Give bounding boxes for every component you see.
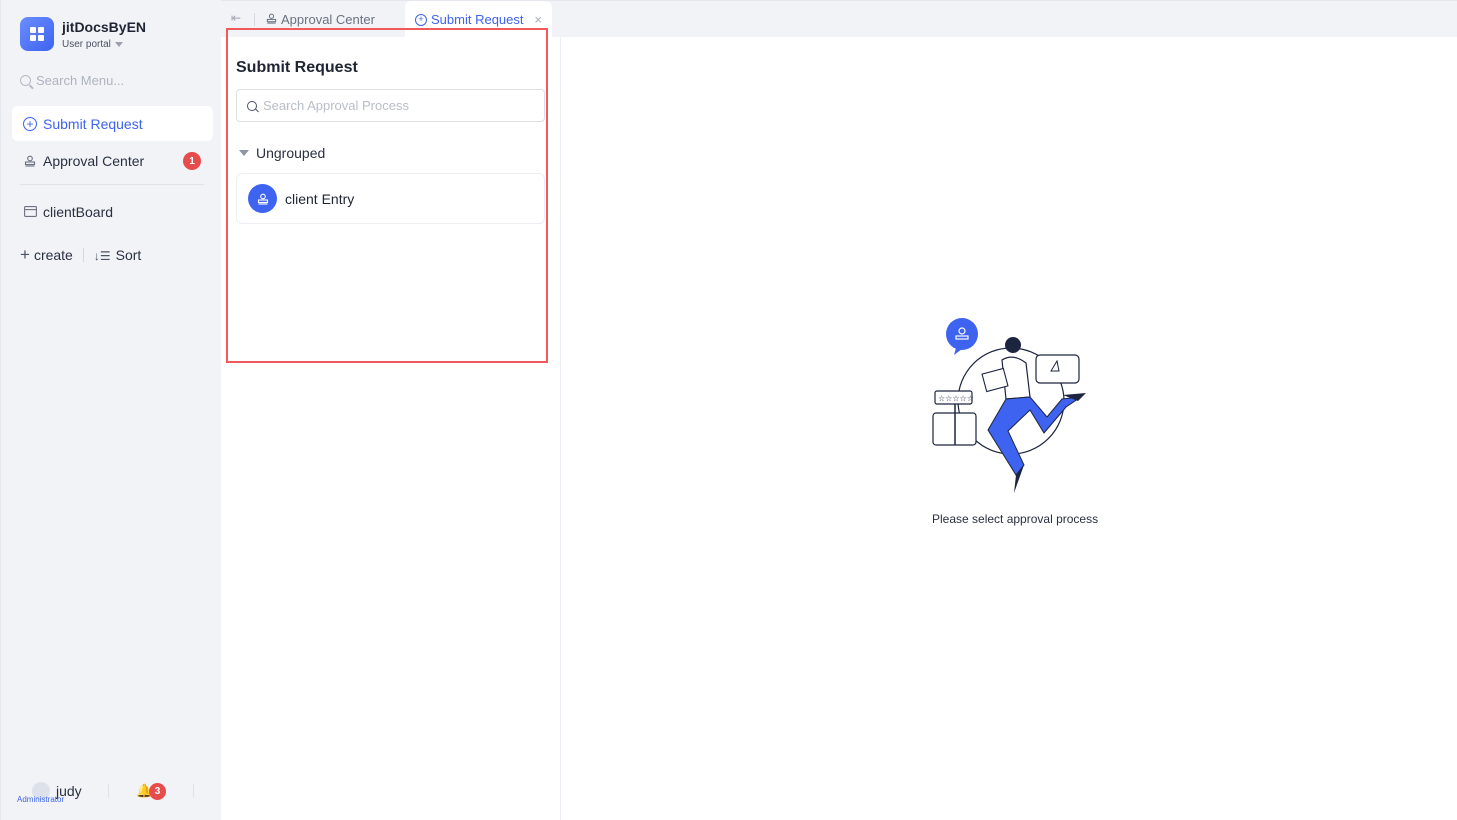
portal-label: User portal [62, 39, 111, 50]
circle-plus-icon: + [23, 116, 37, 131]
collapse-sidebar-icon[interactable]: ⇤ [231, 11, 241, 25]
sort-button[interactable]: ↓☰ Sort [94, 247, 141, 263]
page-title: Submit Request [236, 59, 358, 76]
create-button[interactable]: + create [20, 245, 73, 265]
group-toggle[interactable]: Ungrouped [239, 145, 325, 161]
sidebar-item-submit-request[interactable]: + Submit Request [12, 106, 213, 141]
sidebar: jitDocsByEN User portal Search Menu... +… [0, 0, 221, 820]
sort-icon: ↓☰ [93, 249, 111, 263]
group-label: Ungrouped [256, 145, 326, 161]
sidebar-item-label: clientBoard [43, 203, 114, 220]
menu-search-input[interactable]: Search Menu... [20, 73, 124, 88]
stamp-icon [23, 154, 37, 168]
sidebar-item-label: Approval Center [43, 152, 145, 169]
empty-state-illustration: ☆☆☆☆☆ [932, 318, 1086, 493]
app-name: jitDocsByEN [62, 19, 147, 35]
caret-down-icon [239, 150, 249, 156]
process-search-input[interactable]: Search Approval Process [236, 89, 545, 122]
search-icon [247, 100, 257, 111]
svg-text:☆☆☆☆☆: ☆☆☆☆☆ [938, 394, 974, 403]
create-label: create [33, 247, 73, 263]
notification-badge: 3 [149, 783, 166, 800]
sidebar-item-approval-center[interactable]: Approval Center 1 [12, 143, 213, 178]
user-area: judy Administrator 🔔 3 [16, 780, 206, 806]
chevron-down-icon [114, 41, 123, 47]
app-logo-icon[interactable] [20, 17, 54, 51]
sidebar-item-clientboard[interactable]: clientBoard [12, 194, 213, 229]
stamp-icon [266, 13, 277, 27]
divider [254, 13, 255, 26]
divider [108, 784, 109, 798]
sort-label: Sort [115, 247, 142, 263]
tab-label: Submit Request [431, 12, 524, 27]
divider [82, 248, 84, 262]
board-icon [23, 205, 37, 219]
notification-badge: 1 [183, 152, 201, 170]
process-label: client Entry [285, 190, 355, 207]
divider [20, 184, 204, 185]
sidebar-actions: + create ↓☰ Sort [20, 245, 141, 265]
empty-state-text: Please select approval process [932, 512, 1099, 526]
sidebar-item-label: Submit Request [43, 115, 143, 132]
plus-icon: + [20, 245, 30, 264]
portal-switcher[interactable]: User portal [62, 39, 123, 50]
menu-search-placeholder: Search Menu... [36, 73, 125, 88]
search-icon [20, 75, 31, 86]
process-item-client-entry[interactable]: client Entry [236, 173, 545, 224]
process-search-placeholder: Search Approval Process [263, 98, 409, 113]
divider [193, 784, 194, 798]
tab-label: Approval Center [281, 12, 375, 27]
close-icon[interactable]: × [534, 12, 542, 27]
stamp-icon [248, 184, 277, 213]
circle-plus-icon: + [415, 13, 427, 26]
user-role: Administrator [17, 795, 65, 804]
